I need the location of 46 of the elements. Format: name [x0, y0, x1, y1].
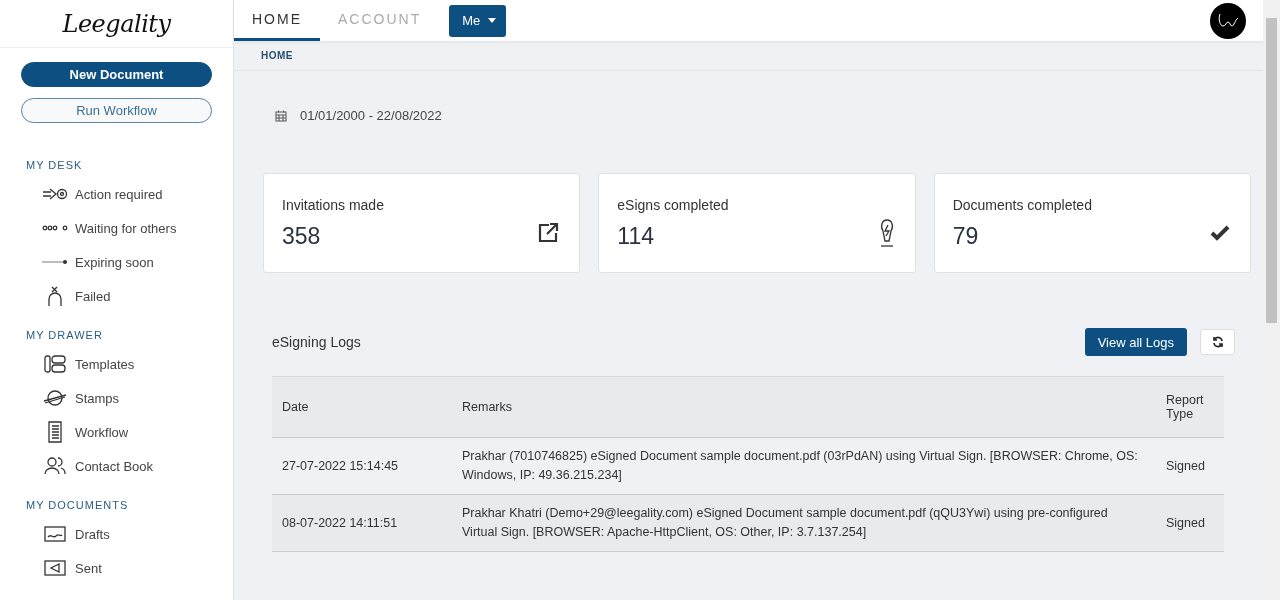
check-icon	[1210, 225, 1230, 241]
column-header: Date	[272, 376, 452, 438]
scrollbar[interactable]	[1263, 0, 1280, 600]
section-title: eSigning Logs	[272, 334, 361, 350]
calendar-icon	[275, 109, 287, 122]
sidebar-item[interactable]: Drafts	[0, 517, 233, 551]
stat-label: Documents completed	[952, 196, 1093, 213]
external-link-icon	[537, 222, 560, 244]
sidebar-item[interactable]: Templates	[0, 347, 233, 381]
section-heading: MY DOCUMENTS	[25, 498, 130, 513]
sidebar-item[interactable]: Action required	[0, 177, 233, 211]
sidebar-item[interactable]: Sent	[0, 551, 233, 585]
arrow-target-icon	[40, 187, 70, 201]
new-document-button[interactable]: New Document	[21, 62, 212, 87]
table-cell: 08-07-2022 14:11:51	[272, 494, 452, 552]
logo: Leegality	[62, 9, 171, 38]
dots-icon	[40, 225, 70, 231]
column-header: Report Type	[1156, 376, 1224, 438]
date-range[interactable]: 01/01/2000 - 22/08/2022	[300, 108, 442, 123]
sidebar-item[interactable]: Stamps	[0, 381, 233, 415]
stat-label: Invitations made	[282, 196, 385, 213]
view-all-button[interactable]: View all Logs	[1084, 328, 1187, 356]
caret-icon	[488, 18, 497, 24]
stat-value: 358	[282, 222, 322, 250]
pen-nib-icon	[878, 218, 895, 248]
line-dot-icon	[40, 259, 70, 265]
stat-value: 79	[952, 222, 980, 250]
section-heading: MY DESK	[25, 158, 84, 173]
avatar[interactable]	[1210, 2, 1246, 39]
sidebar-item[interactable]: Workflow	[0, 415, 233, 449]
run-workflow-button[interactable]: Run Workflow	[21, 98, 212, 123]
table-cell: Signed	[1156, 494, 1224, 552]
sidebar-item[interactable]: Waiting for others	[0, 211, 233, 245]
sidebar-item[interactable]: Failed	[0, 279, 233, 313]
refresh-button[interactable]	[1200, 329, 1235, 355]
refresh-icon	[1211, 336, 1224, 348]
column-header: Remarks	[452, 376, 1156, 438]
section-heading: MY DRAWER	[25, 328, 104, 343]
sidebar-item[interactable]: Expiring soon	[0, 245, 233, 279]
sidebar-item[interactable]: Contact Book	[0, 449, 233, 483]
nav-tab[interactable]: HOME	[234, 0, 320, 42]
stat-label: eSigns completed	[617, 196, 730, 213]
table-cell: Prakhar Khatri (Demo+29@leegality.com) eSigned Document sample document.pdf (qQU3Ywi) using pre-configured Virtual Sign. [BROWSER: Apache-HttpClient, OS: Other, IP: 3.7.137.254]	[452, 494, 1156, 552]
user-menu-button[interactable]: Me	[449, 4, 507, 37]
breadcrumb[interactable]: HOME	[261, 50, 293, 62]
stat-value: 114	[617, 222, 655, 250]
